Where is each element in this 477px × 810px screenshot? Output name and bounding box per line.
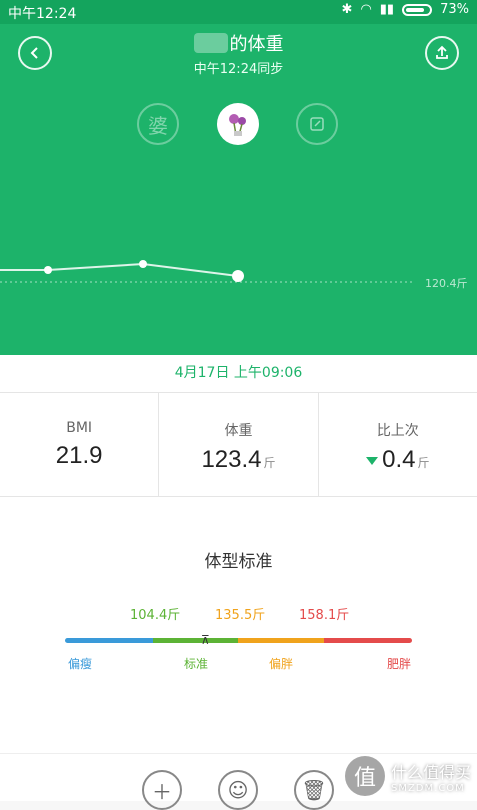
status-time: 中午12:24 <box>8 6 77 22</box>
status-bar: 中午12:24 ✱ ◠ ▮▮ 73% <box>0 0 477 24</box>
bmi-label: BMI <box>66 420 93 436</box>
body-type-title: 体型标准 <box>204 552 273 572</box>
category-standard: 标准 <box>184 657 209 671</box>
baby-button[interactable]: ☺ <box>218 770 258 810</box>
change-value: 0.4 <box>382 446 416 473</box>
change-unit: 斤 <box>417 456 430 470</box>
header: 的体重 中午12:24同步 <box>0 30 477 77</box>
add-button[interactable]: ＋ <box>142 770 182 810</box>
category-plump: 偏胖 <box>269 657 294 671</box>
delete-button[interactable]: 🗑 <box>294 770 334 810</box>
scale-segment-standard <box>153 638 238 643</box>
smzdm-logo: 值 <box>344 756 385 796</box>
measurement-date: 4月17日 上午09:06 <box>174 365 303 381</box>
signal-icon: ▮▮ <box>379 2 395 17</box>
edit-button[interactable] <box>296 103 338 145</box>
bmi-value: 21.9 <box>55 442 103 469</box>
weight-label: 体重 <box>224 423 253 439</box>
reference-label: 120.4斤 <box>425 277 468 290</box>
change-stat: 比上次 0.4 斤 <box>317 393 477 496</box>
page-title: 的体重 <box>229 34 284 55</box>
watermark-cn: 什么值得买 <box>390 762 471 782</box>
scale-segment-obese <box>324 638 412 643</box>
watermark-en: SMZDM.COM <box>390 782 465 794</box>
sync-time: 中午12:24同步 <box>193 62 284 77</box>
scale-segment-plump <box>238 638 324 643</box>
plus-icon: ＋ <box>152 779 172 804</box>
status-icons: ✱ ◠ ▮▮ 73% <box>342 2 469 17</box>
battery-icon <box>402 3 433 16</box>
user-switcher: 婆 <box>0 103 477 147</box>
smzdm-watermark: 值 什么值得买 SMZDM.COM <box>344 756 471 796</box>
trend-point[interactable] <box>232 270 244 282</box>
weight-stat: 体重 123.4 斤 <box>158 393 317 496</box>
trend-point[interactable] <box>139 260 147 268</box>
down-arrow-icon <box>366 456 379 465</box>
bmi-stat: BMI 21.9 <box>0 393 158 496</box>
threshold-underweight: 104.4斤 <box>130 608 181 623</box>
trash-icon: 🗑 <box>301 778 327 802</box>
threshold-overweight: 158.1斤 <box>299 608 350 623</box>
current-weight-marker: ⊼ <box>201 633 210 647</box>
trend-line <box>0 262 239 277</box>
weight-unit: 斤 <box>263 456 276 470</box>
wifi-icon: ◠ <box>360 2 372 17</box>
scale-segment-thin <box>65 638 153 643</box>
flower-icon <box>229 114 246 136</box>
threshold-standard: 135.5斤 <box>215 608 266 623</box>
battery-percent: 73% <box>440 2 469 17</box>
weight-value: 123.4 <box>201 446 262 473</box>
weight-trend-chart: 120.4斤 <box>0 260 468 290</box>
category-obese: 肥胖 <box>387 657 412 671</box>
change-label: 比上次 <box>376 423 419 439</box>
baby-face-icon: ☺ <box>227 778 249 802</box>
trend-point[interactable] <box>44 266 52 274</box>
measurement-date-bar: 4月17日 上午09:06 <box>0 355 477 393</box>
current-user-avatar[interactable] <box>217 103 259 145</box>
edit-icon <box>310 117 324 131</box>
stats-row: BMI 21.9 体重 123.4 斤 比上次 0.4 斤 <box>0 393 477 497</box>
blurred-name <box>193 33 228 53</box>
body-type-scale <box>65 638 412 643</box>
body-type-panel: 体型标准 104.4斤 135.5斤 158.1斤 ⊼ 偏瘦 标准 偏胖 肥胖 <box>0 497 477 753</box>
user-avatar-po[interactable]: 婆 <box>137 103 179 145</box>
category-thin: 偏瘦 <box>68 657 93 671</box>
bluetooth-icon: ✱ <box>341 2 353 17</box>
